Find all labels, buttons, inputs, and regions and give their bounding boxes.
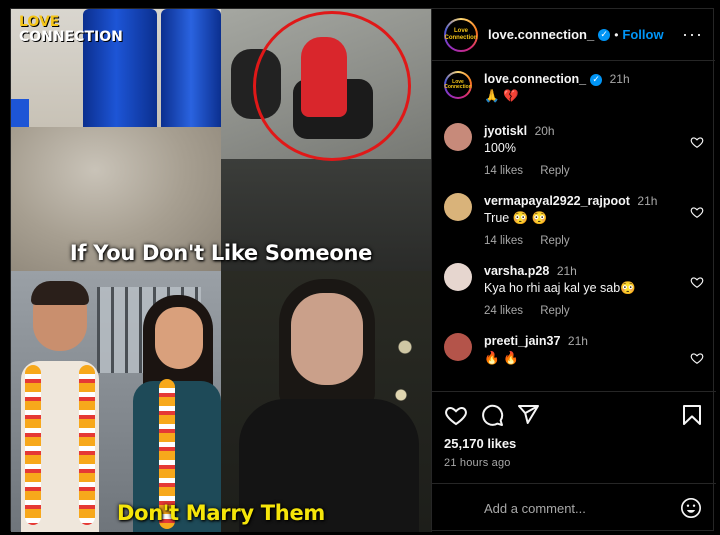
comment-username[interactable]: jyotiskl: [484, 124, 527, 138]
groom: [21, 281, 99, 532]
follow-button[interactable]: Follow: [622, 27, 663, 42]
comment-time: 21h: [637, 194, 658, 208]
verified-badge-icon: ✓: [590, 73, 603, 86]
comments-list[interactable]: Love Connection love.connection_ ✓ 21h 🙏 …: [432, 61, 716, 391]
comment-username[interactable]: vermapayal2922_rajpoot: [484, 194, 630, 208]
comment-text: 🔥 🔥: [484, 351, 519, 365]
media-caption-bottom: Don't Marry Them: [117, 501, 325, 525]
author-avatar[interactable]: Love Connection: [444, 17, 478, 52]
comment-icon[interactable]: [480, 403, 504, 427]
save-bookmark-icon[interactable]: [680, 403, 704, 427]
comment-username[interactable]: preeti_jain37: [484, 334, 560, 348]
comment-likes[interactable]: 24 likes: [484, 305, 523, 317]
verified-badge-icon: ✓: [598, 28, 611, 41]
share-icon[interactable]: [516, 403, 540, 427]
post-caption: Love Connection love.connection_ ✓ 21h 🙏 …: [444, 71, 704, 105]
comment-text: Kya ho rhi aaj kal ye sab😳: [484, 281, 636, 295]
emoji-icon[interactable]: [680, 497, 702, 519]
media-panel-bottom-left: [11, 271, 221, 532]
like-icon[interactable]: [444, 403, 468, 427]
reply-button[interactable]: Reply: [540, 305, 569, 317]
post-timestamp: 21 hours ago: [444, 457, 511, 469]
reply-button[interactable]: Reply: [540, 165, 569, 177]
like-count[interactable]: 25,170 likes: [444, 436, 704, 451]
like-comment-icon[interactable]: [690, 205, 704, 219]
author-username[interactable]: love.connection_: [488, 27, 594, 42]
comment-input[interactable]: [484, 500, 680, 516]
like-comment-icon[interactable]: [690, 351, 704, 365]
media-panel-top-right: [221, 9, 431, 271]
post-actions: 25,170 likes 21 hours ago: [432, 391, 716, 483]
comment-time: 21h: [567, 334, 588, 348]
post-header: Love Connection love.connection_ ✓ • Fol…: [432, 9, 715, 61]
comment-text: 100%: [484, 141, 516, 155]
highlight-circle: [253, 11, 411, 161]
commenter-avatar[interactable]: [444, 263, 472, 291]
comment-time: 20h: [534, 124, 555, 138]
commenter-avatar[interactable]: [444, 333, 472, 361]
commenter-avatar[interactable]: [444, 193, 472, 221]
comment-likes[interactable]: 14 likes: [484, 235, 523, 247]
post-side-panel: Love Connection love.connection_ ✓ • Fol…: [431, 9, 716, 532]
commenter-avatar[interactable]: [444, 123, 472, 151]
brand-logo: LOVE CONNECTION: [19, 14, 123, 45]
caption-body: love.connection_ ✓ 21h 🙏 💔: [484, 71, 704, 105]
caption-text: 🙏 💔: [484, 89, 519, 103]
caption-username[interactable]: love.connection_: [484, 72, 586, 86]
add-comment-bar: [432, 483, 716, 532]
bride: [129, 295, 221, 532]
caption-avatar[interactable]: Love Connection: [444, 71, 472, 99]
separator-dot: •: [614, 27, 619, 42]
woman: [239, 279, 419, 532]
media-caption-top: If You Don't Like Someone: [69, 241, 373, 265]
comment-item: preeti_jain37 21h 🔥 🔥: [444, 333, 704, 367]
like-comment-icon[interactable]: [690, 275, 704, 289]
comment-item: jyotiskl 20h 100% 14 likes Reply: [444, 123, 704, 177]
reply-button[interactable]: Reply: [540, 235, 569, 247]
like-comment-icon[interactable]: [690, 135, 704, 149]
caption-time: 21h: [609, 72, 630, 86]
comment-item: varsha.p28 21h Kya ho rhi aaj kal ye sab…: [444, 263, 704, 317]
post-media[interactable]: LOVE CONNECTION If You Don't Like Someon…: [11, 9, 431, 532]
avatar-logo: Love Connection: [445, 19, 478, 50]
comment-username[interactable]: varsha.p28: [484, 264, 549, 278]
comment-item: vermapayal2922_rajpoot 21h True 😳 😳 14 l…: [444, 193, 704, 247]
media-panel-bottom-right: [221, 271, 431, 532]
more-options-icon[interactable]: ···: [682, 24, 703, 45]
media-panel-top-left: LOVE CONNECTION: [11, 9, 221, 271]
comment-text: True 😳 😳: [484, 211, 548, 225]
comment-likes[interactable]: 14 likes: [484, 165, 523, 177]
comment-time: 21h: [556, 264, 577, 278]
post-dialog: LOVE CONNECTION If You Don't Like Someon…: [10, 8, 716, 532]
avatar-logo: Love Connection: [444, 73, 472, 97]
